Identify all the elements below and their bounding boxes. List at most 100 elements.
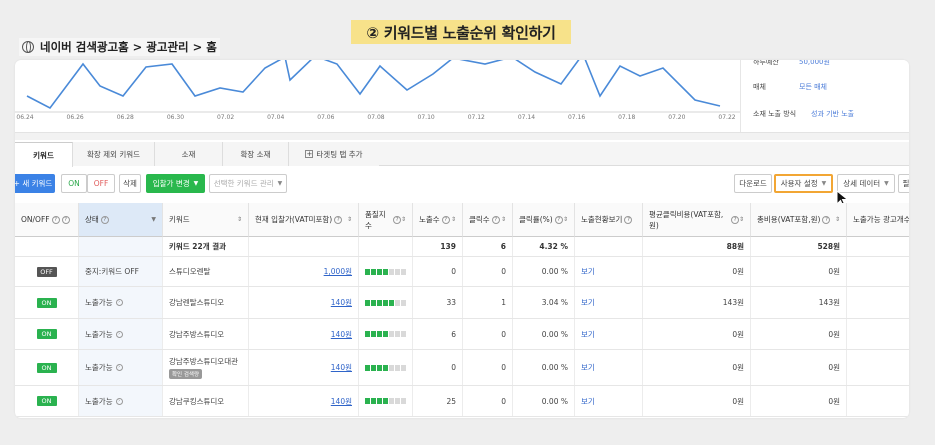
col-header-status[interactable]: 상태? ▼	[79, 203, 163, 237]
bid-change-button[interactable]: 입찰가 변경 ▼	[146, 174, 205, 193]
ctr-value: 0.00 %	[541, 329, 568, 339]
ad-count-cell	[847, 350, 909, 385]
bid-link[interactable]: 1,000원	[324, 266, 352, 277]
globe-icon	[22, 41, 34, 53]
side-row-media: 매체 모든 매체	[753, 83, 827, 91]
info-icon[interactable]: ›	[115, 364, 123, 371]
bid-link[interactable]: 140원	[331, 297, 352, 308]
table-row[interactable]: OFF 중지:키워드 OFF 스튜디오렌탈 1,000원 0 0 0.00 % 보기 0원 0원	[15, 257, 909, 287]
new-keyword-button[interactable]: + 새 키워드	[15, 174, 55, 193]
col-header-exposure-view[interactable]: 노출현황보기?	[575, 203, 643, 237]
impressions-cell: 0	[413, 257, 463, 286]
section-divider	[15, 132, 909, 140]
custom-settings-dropdown[interactable]: 사용자 설정 ▼	[774, 174, 833, 193]
keyword-wrap: 강남주방스튜디오대관 확인 검색량	[169, 356, 238, 379]
chart-x-axis: 06.24 06.26 06.28 06.30 07.02 07.04 07.06 07.08…	[15, 114, 740, 126]
col-header-clicks[interactable]: 클릭수? ⇕	[463, 203, 513, 237]
off-button[interactable]: OFF	[87, 174, 115, 193]
summary-cell	[15, 237, 79, 256]
col-header-impressions[interactable]: 노출수? ⇕	[413, 203, 463, 237]
quality-segment	[377, 331, 382, 337]
col-header-avg-cpc[interactable]: 평균클릭비용(VAT포함,원)? ⇕	[643, 203, 751, 237]
help-icon[interactable]: ?	[491, 215, 500, 224]
onoff-toggle[interactable]: OFF	[36, 266, 57, 277]
onoff-toggle[interactable]: ON	[36, 329, 57, 339]
table-row[interactable]: ON 노출가능 › 강남쿠킹스튜디오 140원 25 0 0.00 % 보기 0원 0원	[15, 386, 909, 417]
help-icon[interactable]: ?	[51, 215, 60, 224]
tab-creative[interactable]: 소재	[155, 142, 223, 166]
help-icon[interactable]: ?	[441, 215, 450, 224]
summary-impressions: 139	[440, 242, 456, 251]
help-icon[interactable]: ?	[334, 215, 343, 224]
help-icon[interactable]: ?	[822, 215, 831, 224]
breadcrumb-text[interactable]: 네이버 검색광고홈 > 광고관리 > 홈	[40, 39, 217, 55]
delete-button[interactable]: 삭제	[119, 174, 141, 193]
bid-link[interactable]: 140원	[331, 396, 352, 407]
col-header-total-cost[interactable]: 총비용(VAT포함,원)? ⇕	[751, 203, 847, 237]
col-header-quality[interactable]: 품질지수? ⇕	[359, 203, 413, 237]
keyword-text[interactable]: 강남주방스튜디오대관	[169, 356, 238, 367]
help-icon[interactable]: ?	[554, 215, 563, 224]
tab-keyword[interactable]: 키워드	[15, 142, 73, 167]
col-header-onoff[interactable]: ON/OFF??	[15, 203, 79, 237]
x-tick-label: 07.20	[668, 114, 686, 121]
tab-extension-creative[interactable]: 확장 소재	[223, 142, 289, 166]
col-header-ctr[interactable]: 클릭률(%)? ⇕	[513, 203, 575, 237]
view-link[interactable]: 보기	[581, 362, 595, 373]
summary-cell: 528원	[751, 237, 847, 256]
onoff-toggle[interactable]: ON	[36, 396, 57, 406]
quality-segment	[365, 299, 370, 306]
quality-cell	[359, 319, 413, 349]
quality-cell	[359, 386, 413, 416]
keyword-text[interactable]: 강남주방스튜디오	[169, 329, 224, 340]
onoff-toggle[interactable]: ON	[36, 362, 57, 373]
info-icon[interactable]: ›	[115, 330, 123, 338]
x-tick-label: 06.24	[16, 114, 34, 121]
series-line	[26, 60, 721, 110]
quality-segment	[389, 331, 394, 337]
tab-add-targeting[interactable]: + 타겟팅 탭 추가	[289, 142, 379, 166]
info-icon[interactable]: ›	[115, 299, 123, 306]
table-row[interactable]: ON 노출가능 › 강남렌탈스튜디오 140원 33 1 3.04 % 보기 143원 143원	[15, 287, 909, 319]
help-icon[interactable]: ?	[624, 215, 633, 224]
bid-link[interactable]: 140원	[331, 362, 352, 373]
help-icon[interactable]: ?	[393, 215, 401, 224]
keyword-text[interactable]: 강남렌탈스튜디오	[169, 297, 224, 308]
download-button[interactable]: 다운로드	[734, 174, 772, 193]
table-row[interactable]: ON 노출가능 › 강남주방스튜디오대관 확인 검색량 140원 0 0 0.00 % 보기 0원 0…	[15, 350, 909, 386]
keyword-wrap: 강남렌탈스튜디오	[169, 297, 224, 308]
view-link[interactable]: 보기	[581, 266, 595, 277]
total-cost-cell: 0원	[751, 319, 847, 349]
keyword-text[interactable]: 강남쿠킹스튜디오	[169, 396, 224, 407]
help-icon[interactable]: ?	[100, 215, 109, 224]
x-tick-label: 07.12	[467, 114, 485, 121]
quality-segment	[377, 398, 382, 404]
on-button[interactable]: ON	[61, 174, 87, 193]
onoff-toggle[interactable]: ON	[36, 297, 57, 308]
view-link[interactable]: 보기	[581, 329, 595, 340]
keyword-text[interactable]: 스튜디오렌탈	[169, 266, 210, 277]
quality-index-bar	[365, 268, 406, 275]
ctr-cell: 0.00 %	[513, 319, 575, 349]
impressions-cell: 6	[413, 319, 463, 349]
sort-icon: ⇕	[500, 216, 506, 223]
col-header-keyword[interactable]: 키워드 ⇕	[163, 203, 249, 237]
view-link[interactable]: 보기	[581, 297, 595, 308]
filter-button[interactable]: 필	[898, 174, 909, 193]
help-icon[interactable]: ?	[731, 215, 739, 224]
view-link[interactable]: 보기	[581, 396, 595, 407]
tab-excluded-keyword[interactable]: 확장 제외 키워드	[73, 142, 155, 166]
bid-link[interactable]: 140원	[331, 329, 352, 340]
total-cost-value: 143원	[818, 298, 840, 307]
avg-cpc-value: 143원	[722, 298, 744, 307]
col-header-ad-count[interactable]: 노출가능 광고개수	[847, 203, 909, 237]
selected-keyword-manage-dropdown[interactable]: 선택한 키워드 관리 ▼	[209, 174, 287, 193]
quality-segment	[395, 299, 400, 306]
summary-cell	[575, 237, 643, 256]
col-header-bid[interactable]: 현재 입찰가(VAT미포함)? ⇕	[249, 203, 359, 237]
chevron-down-icon: ▼	[821, 180, 827, 187]
help-icon[interactable]: ?	[61, 215, 70, 224]
table-row[interactable]: ON 노출가능 › 강남주방스튜디오 140원 6 0 0.00 % 보기 0원 0원	[15, 319, 909, 350]
total-cost-cell: 0원	[751, 257, 847, 286]
info-icon[interactable]: ›	[115, 397, 123, 405]
